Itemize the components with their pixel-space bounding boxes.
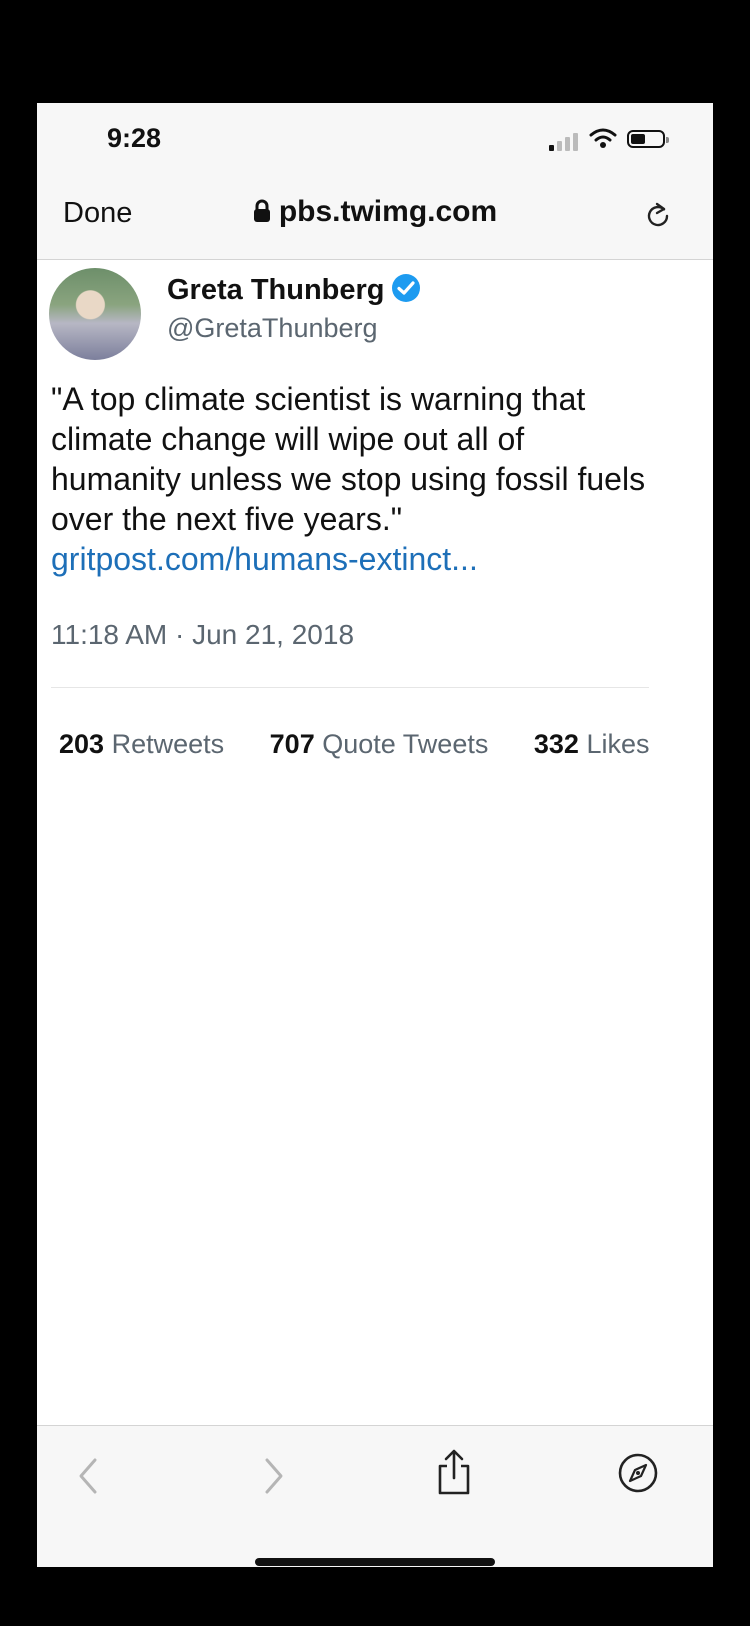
cellular-signal-icon: [549, 131, 581, 151]
tweet-text: "A top climate scientist is warning that…: [51, 381, 646, 537]
retweets-label: Retweets: [111, 729, 225, 759]
back-icon[interactable]: [75, 1456, 103, 1496]
battery-icon: [627, 130, 669, 148]
likes-count: 332: [533, 729, 579, 759]
wifi-icon: [589, 128, 617, 148]
tweet-body: "A top climate scientist is warning that…: [51, 379, 651, 579]
compass-icon[interactable]: [617, 1452, 659, 1494]
avatar[interactable]: [49, 268, 141, 360]
tweet-link[interactable]: gritpost.com/humans-extinct...: [51, 539, 651, 579]
author-handle[interactable]: @GretaThunberg: [167, 313, 378, 344]
reload-icon[interactable]: [643, 201, 673, 231]
divider: [51, 687, 649, 688]
home-indicator[interactable]: [255, 1558, 495, 1566]
status-time: 9:28: [107, 123, 162, 153]
browser-toolbar: [37, 1425, 713, 1567]
retweets-stat[interactable]: 203 Retweets: [59, 729, 224, 760]
retweets-count: 203: [59, 729, 105, 759]
phone-screen: 9:28 Done pbs.twimg.com Greta Thunberg @…: [37, 103, 713, 1567]
share-icon[interactable]: [435, 1448, 473, 1496]
quote-tweets-stat[interactable]: 707 Quote Tweets: [270, 729, 489, 760]
lock-icon: [253, 199, 270, 222]
likes-stat[interactable]: 332 Likes: [534, 729, 650, 760]
verified-badge-icon: [391, 274, 420, 302]
author-name-text: Greta Thunberg: [167, 274, 385, 306]
author-name[interactable]: Greta Thunberg: [167, 273, 421, 307]
forward-icon[interactable]: [259, 1456, 287, 1496]
likes-label: Likes: [586, 729, 650, 759]
tweet-timestamp[interactable]: 11:18 AM · Jun 21, 2018: [51, 619, 354, 651]
url-text: pbs.twimg.com: [278, 195, 498, 228]
quote-tweets-count: 707: [269, 729, 315, 759]
url-bar[interactable]: pbs.twimg.com: [37, 195, 713, 229]
tweet-stats: 203 Retweets 707 Quote Tweets 332 Likes: [59, 729, 649, 760]
quote-tweets-label: Quote Tweets: [322, 729, 489, 759]
browser-nav-bar: Done pbs.twimg.com: [37, 173, 713, 260]
status-bar: 9:28: [37, 103, 713, 173]
